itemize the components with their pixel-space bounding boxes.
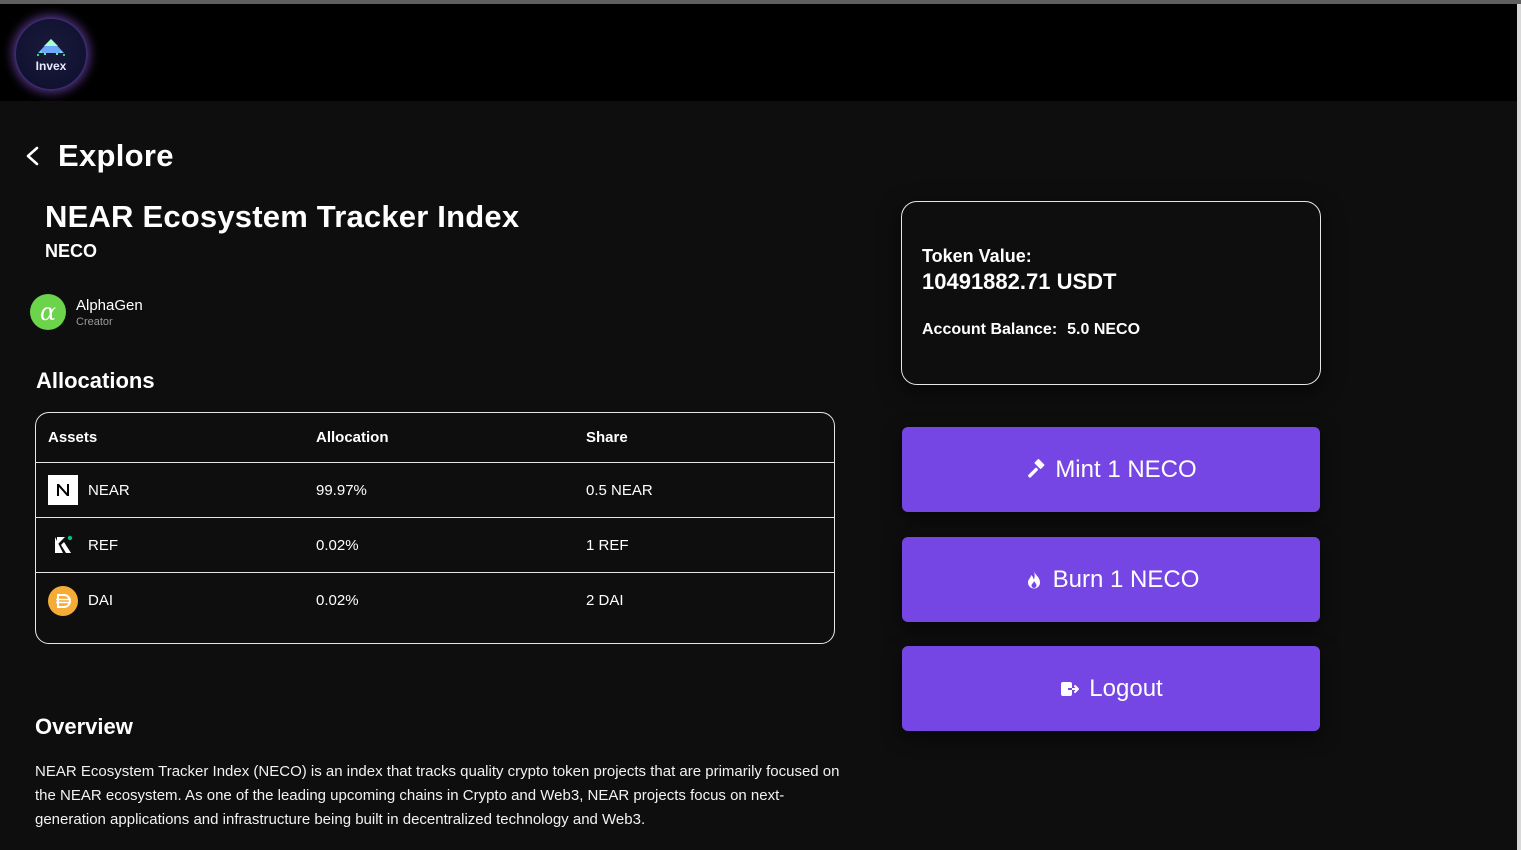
burn-button[interactable]: Burn 1 NECO [902,537,1320,622]
table-header: Assets Allocation Share [36,413,834,463]
asset-name: NEAR [88,481,130,499]
table-row: DAI 0.02% 2 DAI [36,573,834,628]
logout-icon [1061,681,1080,696]
allocation-value: 0.02% [316,592,359,609]
logo-text: Invex [35,59,67,73]
overview-description: NEAR Ecosystem Tracker Index (NECO) is a… [35,763,840,828]
logout-button[interactable]: Logout [902,646,1320,731]
chevron-left-icon[interactable] [22,145,44,167]
table-row: REF 0.02% 1 REF [36,518,834,573]
creator-avatar: α [30,294,66,330]
token-value: 10491882.71 USDT [922,269,1117,294]
page-title: Explore [58,138,174,173]
top-header: Invex [0,4,1517,101]
invex-logo[interactable]: Invex [14,17,88,91]
share-value: 1 REF [586,536,629,554]
ref-icon [48,530,78,560]
account-balance-row: Account Balance: 5.0 NECO [922,321,1140,339]
back-navigation[interactable]: Explore [22,134,174,178]
creator-name: AlphaGen [76,296,143,314]
header-share: Share [586,429,628,446]
allocation-value: 99.97% [316,481,367,499]
asset-name: REF [88,536,118,554]
hammer-icon [1028,458,1045,478]
share-value: 0.5 NEAR [586,481,653,499]
account-balance-label: Account Balance: [922,321,1058,338]
token-value-card: Token Value: 10491882.71 USDT Account Ba… [901,201,1321,385]
allocation-value: 0.02% [316,536,359,554]
account-balance-value: 5.0 NECO [1067,321,1141,338]
share-value: 2 DAI [586,592,624,609]
index-name: NEAR Ecosystem Tracker Index [45,199,520,234]
burn-button-label: Burn 1 NECO [1052,565,1200,593]
alpha-logo-glyph: α [39,298,57,326]
overview-heading: Overview [35,714,133,739]
creator-info: α AlphaGen Creator [30,294,143,330]
mint-button-label: Mint 1 NECO [1055,455,1197,483]
scrollbar[interactable] [1517,4,1521,850]
header-allocation: Allocation [316,429,389,446]
mountain-icon [37,39,65,56]
dai-icon [48,585,78,616]
index-symbol: NECO [45,241,98,261]
creator-role: Creator [76,315,113,328]
header-assets: Assets [48,429,98,446]
mint-button[interactable]: Mint 1 NECO [902,427,1320,512]
asset-name: DAI [88,592,114,609]
near-icon [48,475,78,505]
fire-icon [1027,570,1040,588]
allocations-heading: Allocations [36,368,155,393]
token-value-label: Token Value: [922,246,1032,266]
logout-button-label: Logout [1089,674,1163,702]
allocations-table: Assets Allocation Share NEAR 99.97% 0.5 … [35,412,835,644]
table-row: NEAR 99.97% 0.5 NEAR [36,463,834,518]
